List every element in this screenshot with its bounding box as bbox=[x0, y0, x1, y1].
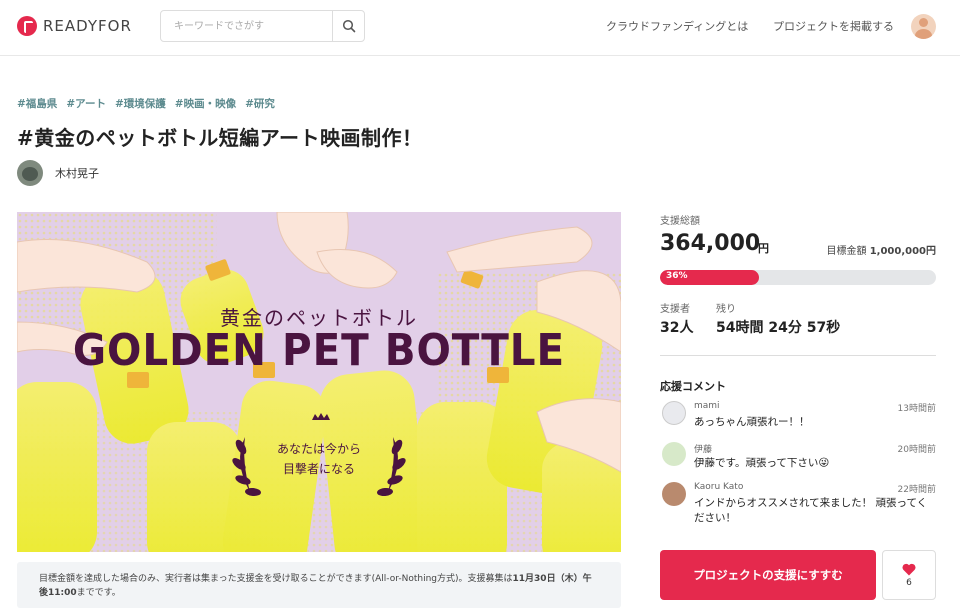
goal-label: 目標金額 bbox=[826, 246, 867, 257]
project-tags: #福島県 #アート #環境保護 #映画・映像 #研究 bbox=[17, 96, 275, 111]
tag-link[interactable]: #福島県 bbox=[17, 96, 57, 111]
supporters-label: 支援者 bbox=[660, 304, 690, 315]
tag-link[interactable]: #アート bbox=[66, 96, 106, 111]
nav-post-project[interactable]: プロジェクトを掲載する bbox=[773, 18, 894, 34]
comments-title: 応援コメント bbox=[660, 380, 726, 393]
goal-value: 1,000,000円 bbox=[869, 246, 936, 257]
hero-tagline-2: 目撃者になる bbox=[282, 462, 355, 476]
total-unit: 円 bbox=[758, 242, 769, 255]
comment-text: あっちゃん頑張れー！！ bbox=[694, 416, 810, 428]
remaining-label: 残り bbox=[716, 304, 736, 315]
comment-time: 20時間前 bbox=[897, 445, 936, 455]
total-amount: 364,000 bbox=[660, 231, 761, 256]
owner-name: 木村晃子 bbox=[55, 167, 99, 180]
search-button[interactable] bbox=[332, 11, 364, 41]
commenter-avatar bbox=[662, 401, 686, 425]
goal-amount: 目標金額 1,000,000円 bbox=[827, 242, 937, 257]
readyfor-logo[interactable]: READYFOR bbox=[17, 16, 132, 36]
supporters-value: 32人 bbox=[660, 320, 694, 336]
total-label: 支援総額 bbox=[660, 216, 700, 227]
project-title: #黄金のペットボトル短編アート映画制作！ bbox=[17, 126, 423, 150]
support-project-button[interactable]: プロジェクトの支援にすすむ bbox=[660, 550, 876, 600]
commenter-name: mami bbox=[694, 401, 720, 411]
comment-text: インドからオススメされて来ました！ 頑張ってください！ bbox=[694, 497, 928, 524]
search-icon bbox=[342, 19, 355, 33]
heart-icon bbox=[902, 563, 916, 575]
total-row: 364,000 円 目標金額 1,000,000円 bbox=[660, 231, 936, 259]
hero-illustration bbox=[17, 212, 621, 552]
readyfor-logo-icon bbox=[17, 16, 37, 36]
hero-tagline-1: あなたは今から bbox=[276, 442, 361, 456]
favorite-count: 6 bbox=[906, 577, 912, 588]
progress-text: 36% bbox=[666, 271, 688, 281]
comment-time: 22時間前 bbox=[897, 485, 936, 495]
commenter-name: 伊藤 bbox=[694, 445, 713, 455]
project-owner[interactable]: 木村晃子 bbox=[17, 160, 99, 186]
logo-text: READYFOR bbox=[43, 17, 132, 35]
commenter-name: Kaoru Kato bbox=[694, 482, 744, 492]
notice-text-2: までです。 bbox=[76, 588, 121, 598]
tag-link[interactable]: #研究 bbox=[245, 96, 275, 111]
search-box bbox=[160, 10, 365, 42]
tag-link[interactable]: #映画・映像 bbox=[175, 96, 236, 111]
divider bbox=[660, 355, 936, 356]
comment-time: 13時間前 bbox=[897, 404, 936, 414]
user-avatar-icon[interactable] bbox=[911, 14, 936, 39]
progress-bar: 36% bbox=[660, 270, 936, 285]
project-hero-image: 黄金のペットボトル GOLDEN PET BOTTLE あなたは今から 目撃者に… bbox=[17, 212, 621, 552]
hero-en-title: GOLDEN PET BOTTLE bbox=[72, 325, 566, 376]
favorite-button[interactable]: 6 bbox=[882, 550, 936, 600]
nav-about-crowdfunding[interactable]: クラウドファンディングとは bbox=[606, 18, 748, 34]
notice-text-1: 目標金額を達成した場合のみ、実行者は集まった支援金を受け取ることができます(Al… bbox=[39, 574, 513, 584]
tag-link[interactable]: #環境保護 bbox=[115, 96, 166, 111]
all-or-nothing-notice: 目標金額を達成した場合のみ、実行者は集まった支援金を受け取ることができます(Al… bbox=[17, 562, 621, 608]
remaining-value: 54時間 24分 57秒 bbox=[716, 320, 841, 336]
site-header: READYFOR クラウドファンディングとは プロジェクトを掲載する bbox=[0, 0, 960, 56]
comment-text: 伊藤です。頑張って下さい😜 bbox=[694, 457, 830, 469]
search-input[interactable] bbox=[161, 11, 333, 41]
commenter-avatar bbox=[662, 482, 686, 506]
commenter-avatar bbox=[662, 442, 686, 466]
owner-avatar bbox=[17, 160, 43, 186]
